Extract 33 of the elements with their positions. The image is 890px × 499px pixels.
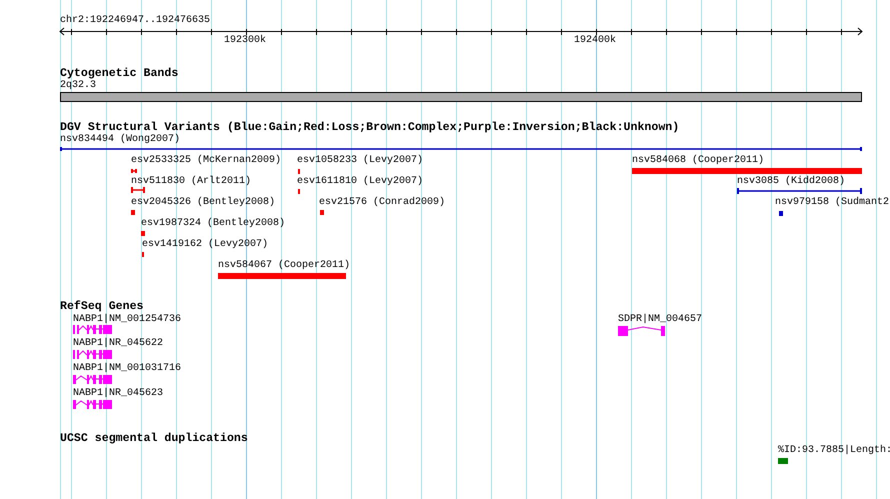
track-title: Cytogenetic Bands — [60, 68, 178, 80]
tick-label: 192400k — [574, 35, 616, 46]
variant-label: esv1987324 (Bentley2008) — [141, 218, 286, 229]
variant-label: esv1611810 (Levy2007) — [297, 176, 424, 187]
variant-label: esv1058233 (Levy2007) — [297, 155, 424, 166]
variant-label: esv1419162 (Levy2007) — [142, 239, 268, 250]
variant-label: esv2045326 (Bentley2008) — [131, 197, 276, 208]
gene-label: NABP1|NM_001254736 — [73, 314, 182, 325]
duplication-block — [778, 458, 788, 464]
track-title: UCSC segmental duplications — [60, 433, 248, 445]
gene-label: NABP1|NR_045622 — [73, 338, 164, 349]
variant-label: nsv3085 (Kidd2008) — [737, 176, 846, 187]
track-title: DGV Structural Variants (Blue:Gain;Red:Loss;Brown:Complex;Purple:Inversion;Black:Unknown) — [60, 122, 680, 134]
gene-model-drawing — [73, 325, 113, 334]
gene-label: NABP1|NM_001031716 — [73, 363, 182, 374]
tick-label: 192300k — [224, 35, 266, 46]
track-title: RefSeq Genes — [60, 301, 144, 313]
variant-label: esv2533325 (McKernan2009) — [131, 155, 282, 166]
gene-model-drawing — [73, 350, 113, 359]
variant-label: nsv979158 (Sudmant2 — [775, 197, 890, 208]
gene-label: SDPR|NM_004657 — [618, 314, 702, 325]
variant-label: nsv584067 (Cooper2011) — [218, 260, 350, 271]
variant-label: nsv834494 (Wong2007) — [60, 134, 180, 145]
duplication-label: %ID:93.7885|Length: — [778, 445, 890, 456]
variant-label: nsv584068 (Cooper2011) — [632, 155, 764, 166]
position-label: chr2:192246947..192476635 — [60, 15, 210, 26]
variant-label: esv21576 (Conrad2009) — [319, 197, 446, 208]
gene-model-drawing — [73, 400, 113, 409]
gene-label: NABP1|NR_045623 — [73, 388, 164, 399]
gene-model-drawing — [73, 375, 113, 384]
gene-model-drawing — [618, 326, 666, 336]
band-label: 2q32.3 — [60, 80, 96, 91]
variant-label: nsv511830 (Arlt2011) — [131, 176, 252, 187]
